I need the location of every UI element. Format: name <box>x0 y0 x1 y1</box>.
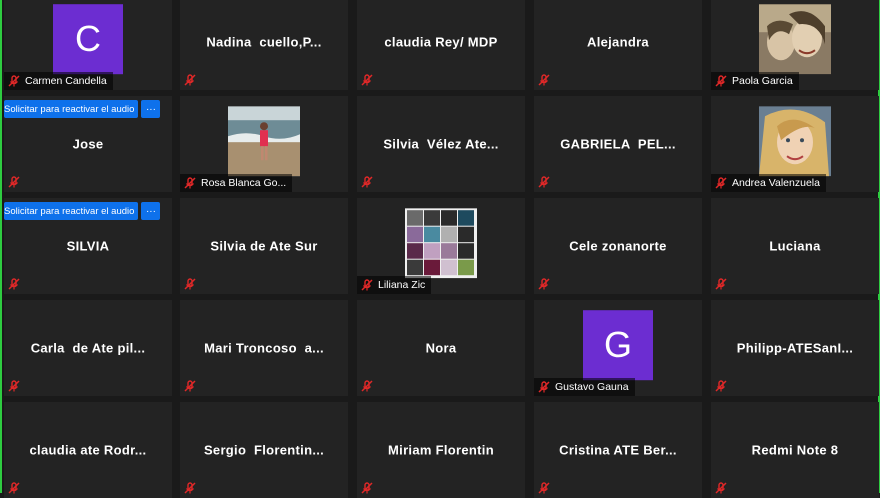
participant-name: Andrea Valenzuela <box>732 177 820 189</box>
participant-tile[interactable]: SILVIA Solicitar para reactivar el audio ·… <box>4 198 172 294</box>
muted-mic-icon <box>184 380 196 392</box>
request-unmute-controls: Solicitar para reactivar el audio ··· <box>4 100 161 118</box>
muted-mic-icon <box>8 75 20 87</box>
request-unmute-button[interactable]: Solicitar para reactivar el audio <box>4 202 139 220</box>
muted-mic-icon <box>361 482 373 494</box>
muted-mic-icon <box>8 482 20 494</box>
participant-display-name: claudia Rey/ MDP <box>384 34 498 50</box>
participant-name-label: Liliana Zic <box>357 276 432 294</box>
request-unmute-button[interactable]: Solicitar para reactivar el audio <box>4 100 139 118</box>
muted-mic-icon <box>538 176 550 188</box>
participant-tile[interactable]: C Carmen Candella <box>4 0 172 90</box>
muted-mic-icon <box>8 380 20 392</box>
muted-mic-icon <box>538 482 550 494</box>
participant-name-label: Carmen Candella <box>4 72 113 90</box>
muted-mic-icon <box>715 278 727 290</box>
gallery-grid: C Carmen Candella Nadina cuello,P... claudi… <box>0 0 880 498</box>
profile-photo <box>759 4 831 75</box>
participant-tile[interactable]: claudia Rey/ MDP <box>357 0 525 90</box>
muted-mic-icon <box>715 482 727 494</box>
participant-display-name: Carla de Ate pil... <box>30 340 146 356</box>
participant-display-name: Sergio Florentin... <box>203 442 325 458</box>
muted-mic-icon <box>538 381 550 393</box>
participant-tile[interactable]: Alejandra <box>534 0 702 90</box>
participant-name: Rosa Blanca Go... <box>201 177 287 189</box>
profile-photo <box>759 106 831 177</box>
avatar-initial: C <box>53 4 123 75</box>
muted-mic-icon <box>538 278 550 290</box>
participant-name: Paola Garcia <box>732 75 793 87</box>
participant-display-name: Luciana <box>769 238 821 254</box>
participant-tile[interactable]: Nora <box>357 300 525 396</box>
participant-tile[interactable]: Redmi Note 8 <box>711 402 879 498</box>
participant-tile[interactable]: Cele zonanorte <box>534 198 702 294</box>
profile-photo <box>405 208 477 279</box>
muted-mic-icon <box>8 278 20 290</box>
participant-tile[interactable]: Silvia Vélez Ate... <box>357 96 525 192</box>
participant-display-name: Silvia Vélez Ate... <box>383 136 499 152</box>
participant-name: Carmen Candella <box>25 75 107 87</box>
participant-name-label: Andrea Valenzuela <box>711 174 826 192</box>
muted-mic-icon <box>361 380 373 392</box>
participant-display-name: Nadina cuello,P... <box>206 34 322 50</box>
participant-name: Gustavo Gauna <box>555 381 629 393</box>
participant-name: Liliana Zic <box>378 279 426 291</box>
participant-tile[interactable]: Rosa Blanca Go... <box>180 96 348 192</box>
participant-tile[interactable]: Jose Solicitar para reactivar el audio ··· <box>4 96 172 192</box>
muted-mic-icon <box>184 482 196 494</box>
more-options-button[interactable]: ··· <box>141 100 161 118</box>
muted-mic-icon <box>8 176 20 188</box>
muted-mic-icon <box>715 75 727 87</box>
participant-display-name: Silvia de Ate Sur <box>210 238 318 254</box>
muted-mic-icon <box>184 278 196 290</box>
participant-display-name: Jose <box>72 136 104 152</box>
participant-tile[interactable]: Paola Garcia <box>711 0 879 90</box>
muted-mic-icon <box>361 74 373 86</box>
muted-mic-icon <box>184 74 196 86</box>
avatar-initial: G <box>583 310 653 381</box>
more-options-button[interactable]: ··· <box>141 202 161 220</box>
participant-name-label: Gustavo Gauna <box>534 378 635 396</box>
participant-tile[interactable]: Carla de Ate pil... <box>4 300 172 396</box>
muted-mic-icon <box>715 177 727 189</box>
muted-mic-icon <box>538 74 550 86</box>
participant-display-name: SILVIA <box>66 238 110 254</box>
participant-tile[interactable]: Miriam Florentin <box>357 402 525 498</box>
participant-tile[interactable]: Cristina ATE Ber... <box>534 402 702 498</box>
participant-tile[interactable]: claudia ate Rodr... <box>4 402 172 498</box>
participant-display-name: Mari Troncoso a... <box>204 340 324 356</box>
participant-display-name: Nora <box>425 340 457 356</box>
participant-display-name: Cele zonanorte <box>569 238 667 254</box>
participant-tile[interactable]: GABRIELA PEL... <box>534 96 702 192</box>
participant-tile[interactable]: Luciana <box>711 198 879 294</box>
participant-name-label: Rosa Blanca Go... <box>180 174 293 192</box>
participant-display-name: claudia ate Rodr... <box>29 442 147 458</box>
muted-mic-icon <box>184 177 196 189</box>
participant-display-name: Redmi Note 8 <box>751 442 839 458</box>
participant-tile[interactable]: Mari Troncoso a... <box>180 300 348 396</box>
participant-tile[interactable]: Nadina cuello,P... <box>180 0 348 90</box>
participant-tile[interactable]: Liliana Zic <box>357 198 525 294</box>
participant-tile[interactable]: Philipp-ATESanI... <box>711 300 879 396</box>
participant-display-name: Alejandra <box>587 34 649 50</box>
participant-name-label: Paola Garcia <box>711 72 799 90</box>
request-unmute-controls: Solicitar para reactivar el audio ··· <box>4 202 161 220</box>
participant-display-name: Cristina ATE Ber... <box>559 442 677 458</box>
participant-tile[interactable]: Silvia de Ate Sur <box>180 198 348 294</box>
participant-display-name: Miriam Florentin <box>388 442 494 458</box>
muted-mic-icon <box>715 380 727 392</box>
participant-tile[interactable]: Andrea Valenzuela <box>711 96 879 192</box>
muted-mic-icon <box>361 176 373 188</box>
profile-photo <box>228 106 300 177</box>
muted-mic-icon <box>361 279 373 291</box>
participant-tile[interactable]: G Gustavo Gauna <box>534 300 702 396</box>
participant-tile[interactable]: Sergio Florentin... <box>180 402 348 498</box>
participant-display-name: Philipp-ATESanI... <box>736 340 854 356</box>
participant-display-name: GABRIELA PEL... <box>560 136 676 152</box>
